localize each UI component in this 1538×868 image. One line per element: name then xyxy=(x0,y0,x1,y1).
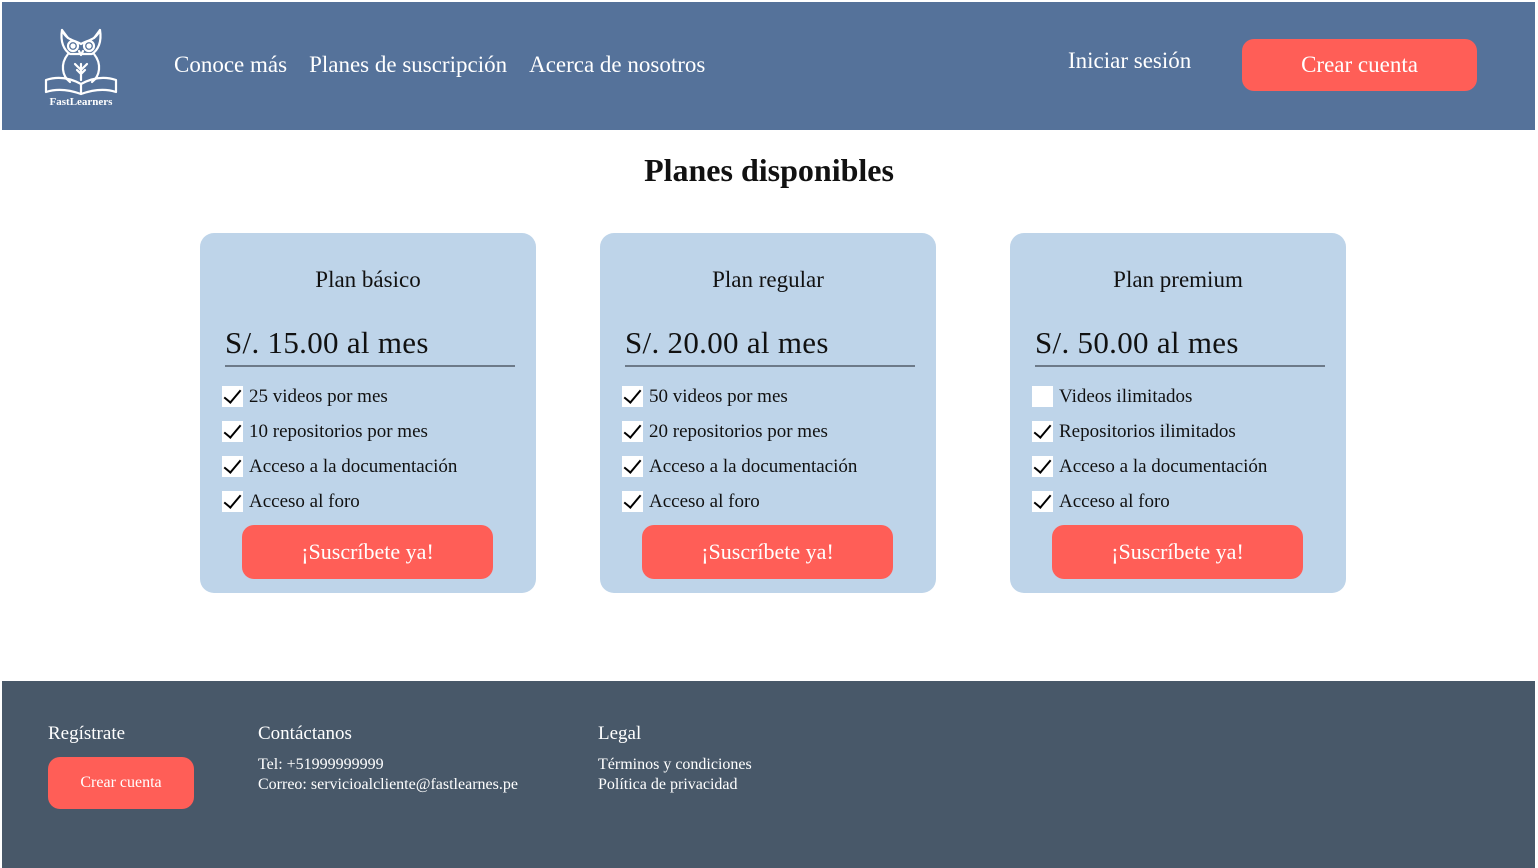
footer-create-account-button[interactable]: Crear cuenta xyxy=(48,757,194,809)
nav-link-conoce-mas[interactable]: Conoce más xyxy=(174,52,287,78)
plan-card-premium: Plan premium S/. 50.00 al mes Videos ili… xyxy=(1010,233,1346,593)
feature-label: Acceso al foro xyxy=(1059,490,1170,512)
contact-phone: Tel: +51999999999 xyxy=(258,756,384,773)
page-title: Planes disponibles xyxy=(644,152,894,188)
footer-heading: Contáctanos xyxy=(258,723,352,744)
feature-item: 20 repositorios por mes xyxy=(622,414,857,449)
feature-label: Acceso a la documentación xyxy=(649,455,858,477)
feature-item: 10 repositorios por mes xyxy=(222,414,457,449)
feature-list: 50 videos por mes 20 repositorios por me… xyxy=(622,379,857,519)
nav-link-planes[interactable]: Planes de suscripción xyxy=(309,52,507,78)
nav-link-acerca[interactable]: Acerca de nosotros xyxy=(529,52,705,78)
feature-item: Acceso al foro xyxy=(1032,484,1267,519)
checkmark-icon xyxy=(1032,386,1053,407)
footer-register: Regístrate Crear cuenta xyxy=(48,723,194,809)
checkmark-icon xyxy=(622,456,643,477)
feature-item: 50 videos por mes xyxy=(622,379,857,414)
plan-card-regular: Plan regular S/. 20.00 al mes 50 videos … xyxy=(600,233,936,593)
plan-name: Plan básico xyxy=(315,267,421,292)
feature-item: Acceso al foro xyxy=(622,484,857,519)
footer-heading: Regístrate xyxy=(48,723,126,744)
feature-label: Videos ilimitados xyxy=(1059,385,1193,407)
brand-logo[interactable]: FastLearners xyxy=(40,24,122,112)
terms-link[interactable]: Términos y condiciones xyxy=(598,755,752,775)
contact-email[interactable]: Correo: servicioalcliente@fastlearnes.pe xyxy=(258,775,518,795)
checkmark-icon xyxy=(1032,421,1053,442)
checkmark-icon xyxy=(622,491,643,512)
site-header: FastLearners Conoce más Planes de suscri… xyxy=(2,2,1535,130)
plan-price: S/. 15.00 al mes xyxy=(225,325,515,367)
feature-item: Repositorios ilimitados xyxy=(1032,414,1267,449)
site-footer: Regístrate Crear cuenta Contáctanos Tel:… xyxy=(2,681,1535,868)
feature-item: Acceso a la documentación xyxy=(622,449,857,484)
checkmark-icon xyxy=(222,491,243,512)
plan-price: S/. 20.00 al mes xyxy=(625,325,915,367)
owl-book-icon xyxy=(44,28,118,96)
footer-legal: Legal Términos y condiciones Política de… xyxy=(598,723,752,795)
checkmark-icon xyxy=(622,386,643,407)
feature-item: Acceso al foro xyxy=(222,484,457,519)
footer-contact: Contáctanos Tel: +51999999999 Correo: se… xyxy=(258,723,518,795)
feature-item: 25 videos por mes xyxy=(222,379,457,414)
create-account-button[interactable]: Crear cuenta xyxy=(1242,39,1477,91)
feature-label: Repositorios ilimitados xyxy=(1059,420,1236,442)
feature-list: 25 videos por mes 10 repositorios por me… xyxy=(222,379,457,519)
feature-item: Acceso a la documentación xyxy=(222,449,457,484)
plan-card-basico: Plan básico S/. 15.00 al mes 25 videos p… xyxy=(200,233,536,593)
checkmark-icon xyxy=(222,456,243,477)
feature-label: Acceso a la documentación xyxy=(249,455,458,477)
feature-list: Videos ilimitados Repositorios ilimitado… xyxy=(1032,379,1267,519)
main-nav: Conoce más Planes de suscripción Acerca … xyxy=(174,52,705,78)
subscribe-button-regular[interactable]: ¡Suscríbete ya! xyxy=(642,525,893,579)
footer-heading: Legal xyxy=(598,723,642,744)
plan-name: Plan regular xyxy=(712,267,824,292)
checkmark-icon xyxy=(1032,491,1053,512)
feature-label: 25 videos por mes xyxy=(249,385,388,407)
plan-name: Plan premium xyxy=(1113,267,1243,292)
feature-label: Acceso al foro xyxy=(649,490,760,512)
subscribe-button-basico[interactable]: ¡Suscríbete ya! xyxy=(242,525,493,579)
checkmark-icon xyxy=(222,421,243,442)
feature-label: Acceso al foro xyxy=(249,490,360,512)
feature-label: Acceso a la documentación xyxy=(1059,455,1268,477)
feature-label: 10 repositorios por mes xyxy=(249,420,428,442)
checkmark-icon xyxy=(622,421,643,442)
plan-price: S/. 50.00 al mes xyxy=(1035,325,1325,367)
feature-item: Videos ilimitados xyxy=(1032,379,1267,414)
subscribe-button-premium[interactable]: ¡Suscríbete ya! xyxy=(1052,525,1303,579)
feature-label: 50 videos por mes xyxy=(649,385,788,407)
feature-item: Acceso a la documentación xyxy=(1032,449,1267,484)
privacy-link[interactable]: Política de privacidad xyxy=(598,775,752,795)
brand-name: FastLearners xyxy=(49,96,113,108)
feature-label: 20 repositorios por mes xyxy=(649,420,828,442)
checkmark-icon xyxy=(1032,456,1053,477)
login-link[interactable]: Iniciar sesión xyxy=(1068,48,1191,74)
checkmark-icon xyxy=(222,386,243,407)
